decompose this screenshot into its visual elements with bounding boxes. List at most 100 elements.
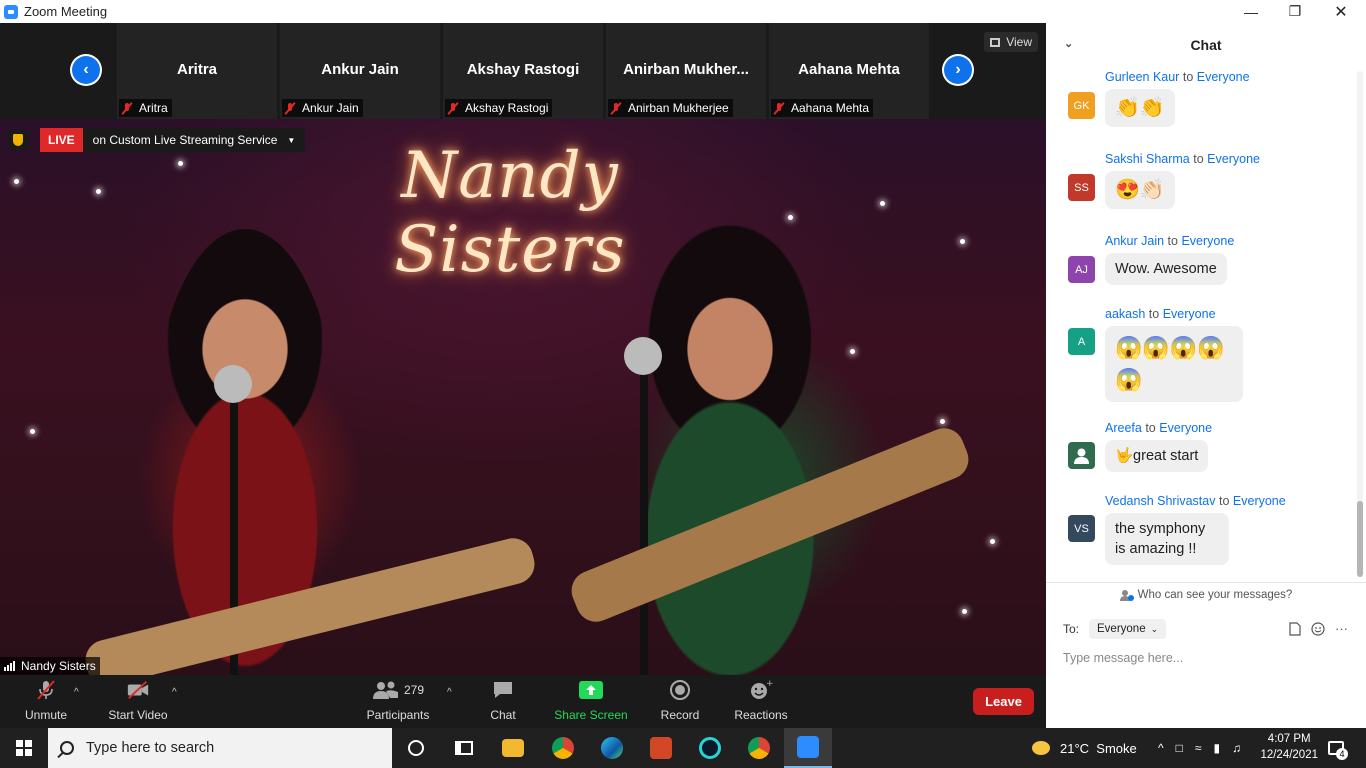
performer-right (620, 219, 840, 675)
file-icon[interactable] (1289, 621, 1301, 636)
participants-button[interactable]: 279 Participants (364, 675, 432, 728)
sender-name[interactable]: aakash (1105, 307, 1145, 321)
taskbar-app-chrome[interactable] (539, 728, 587, 768)
who-can-see-label: Who can see your messages? (1137, 588, 1293, 601)
sender-name[interactable]: Sakshi Sharma (1105, 152, 1190, 166)
sender-name[interactable]: Gurleen Kaur (1105, 70, 1179, 84)
start-video-button[interactable]: Start Video (106, 675, 170, 728)
sender-name[interactable]: Areefa (1105, 421, 1142, 435)
chat-scrollbar[interactable] (1357, 71, 1363, 577)
signal-strength-icon (4, 661, 16, 671)
stage-light (962, 609, 967, 614)
start-button[interactable] (0, 728, 48, 768)
notification-center-button[interactable]: 4 (1322, 728, 1350, 768)
taskbar-search-box[interactable]: Type here to search (48, 728, 392, 768)
who-can-see-link[interactable]: Who can see your messages? (1046, 582, 1366, 606)
minimize-button[interactable]: — (1228, 0, 1274, 23)
next-page-button[interactable]: › (942, 54, 974, 86)
volume-icon[interactable]: ♫ (1232, 741, 1241, 755)
participant-tile[interactable]: Akshay Rastogi Akshay Rastogi (443, 23, 603, 119)
video-options-caret-icon[interactable]: ^ (172, 687, 177, 698)
meet-now-icon[interactable]: □ (1176, 741, 1183, 755)
recipient-name: Everyone (1196, 70, 1250, 84)
participant-tile[interactable]: Aahana Mehta Aahana Mehta (769, 23, 929, 119)
taskbar-app-zoom[interactable] (784, 728, 832, 768)
live-service-dropdown[interactable]: on Custom Live Streaming Service ▼ (82, 128, 306, 152)
chat-panel: ⌄ Chat GK Gurleen Kaur to Everyone 👏👏 SS… (1046, 23, 1366, 728)
chevron-down-icon[interactable]: ⌄ (1064, 37, 1073, 50)
active-speaker-video[interactable]: Nandy Sisters LIVE on Custom Live Stream… (0, 119, 1046, 675)
unmute-button[interactable]: Unmute (18, 675, 74, 728)
audio-options-caret-icon[interactable]: ^ (74, 687, 79, 698)
stage-light (14, 179, 19, 184)
avatar: VS (1068, 515, 1095, 542)
neon-sign: Nandy Sisters (394, 139, 626, 287)
mic-muted-icon (121, 102, 133, 115)
video-off-icon (126, 678, 150, 702)
participant-tile[interactable]: Ankur Jain Ankur Jain (280, 23, 440, 119)
leave-button[interactable]: Leave (973, 688, 1034, 715)
battery-icon[interactable]: ▮ (1213, 741, 1220, 755)
view-button[interactable]: View (984, 32, 1038, 52)
task-view-button[interactable] (440, 728, 488, 768)
chat-message: SS Sakshi Sharma to Everyone 😍👏🏻 (1068, 152, 1353, 220)
participant-tile[interactable]: Anirban Mukher... Anirban Mukherjee (606, 23, 766, 119)
more-options-icon[interactable]: ··· (1335, 621, 1348, 636)
sender-name[interactable]: Vedansh Shrivastav (1105, 494, 1216, 508)
zoom-icon (797, 736, 819, 758)
participant-name-label: Ankur Jain (302, 101, 359, 115)
weather-widget[interactable]: 21°C Smoke (1032, 728, 1137, 768)
title-bar: Zoom Meeting — ❐ ✕ (0, 0, 1366, 23)
notification-count: 4 (1336, 748, 1348, 760)
message-meta: Gurleen Kaur to Everyone (1105, 70, 1250, 84)
chat-bubble-icon (491, 678, 515, 702)
recipient-name: Everyone (1162, 307, 1216, 321)
participants-icon (372, 681, 398, 699)
participant-tile[interactable]: Aritra Aritra (117, 23, 277, 119)
message-meta: Vedansh Shrivastav to Everyone (1105, 494, 1286, 508)
taskbar-app-webex[interactable] (686, 728, 734, 768)
clock-time: 4:07 PM (1267, 733, 1311, 745)
recipient-select[interactable]: Everyone ⌄ (1089, 619, 1167, 639)
message-bubble: 👏👏 (1105, 89, 1175, 127)
chrome-profile-icon (748, 737, 770, 759)
emoji-icon[interactable] (1311, 621, 1325, 636)
avatar (1068, 442, 1095, 469)
taskbar-app-chrome-profile[interactable] (735, 728, 783, 768)
chrome-icon (552, 737, 574, 759)
message-input[interactable] (1063, 648, 1353, 668)
view-label: View (1006, 35, 1032, 49)
powerpoint-icon (650, 737, 672, 759)
close-button[interactable]: ✕ (1318, 0, 1364, 23)
edge-icon (601, 737, 623, 759)
reactions-button[interactable]: + Reactions (732, 675, 790, 728)
wifi-icon[interactable]: ≈ (1195, 741, 1202, 755)
tray-overflow-icon[interactable]: ^ (1158, 741, 1164, 755)
taskbar-clock[interactable]: 4:07 PM 12/24/2021 (1260, 731, 1318, 763)
prev-page-button[interactable]: ‹ (70, 54, 102, 86)
message-bubble: the symphony is amazing !! (1105, 513, 1229, 565)
chevron-left-icon: ‹ (72, 56, 100, 84)
security-shield-icon[interactable] (8, 130, 28, 150)
taskbar-app-file-explorer[interactable] (489, 728, 537, 768)
chat-header: ⌄ Chat (1046, 23, 1366, 67)
participants-options-caret-icon[interactable]: ^ (447, 687, 452, 698)
meeting-toolbar: Unmute ^ Start Video ^ 279 Participants … (0, 675, 1046, 728)
participant-display-name: Anirban Mukher... (623, 61, 749, 78)
scroll-thumb[interactable] (1357, 501, 1363, 577)
sender-name[interactable]: Ankur Jain (1105, 234, 1164, 248)
chat-button[interactable]: Chat (482, 675, 524, 728)
recipient-row: To: Everyone ⌄ (1063, 619, 1167, 639)
participant-name-label: Aahana Mehta (791, 101, 870, 115)
chevron-right-icon: › (944, 56, 972, 84)
weather-text: 21°C Smoke (1060, 740, 1137, 756)
webex-icon (699, 737, 721, 759)
record-button[interactable]: Record (656, 675, 704, 728)
maximize-button[interactable]: ❐ (1272, 0, 1318, 23)
cortana-button[interactable] (392, 728, 440, 768)
speaker-name: Nandy Sisters (21, 659, 96, 673)
share-screen-button[interactable]: Share Screen (552, 675, 630, 728)
taskbar-app-edge[interactable] (588, 728, 636, 768)
taskbar-app-powerpoint[interactable] (637, 728, 685, 768)
participants-count: 279 (403, 683, 425, 697)
